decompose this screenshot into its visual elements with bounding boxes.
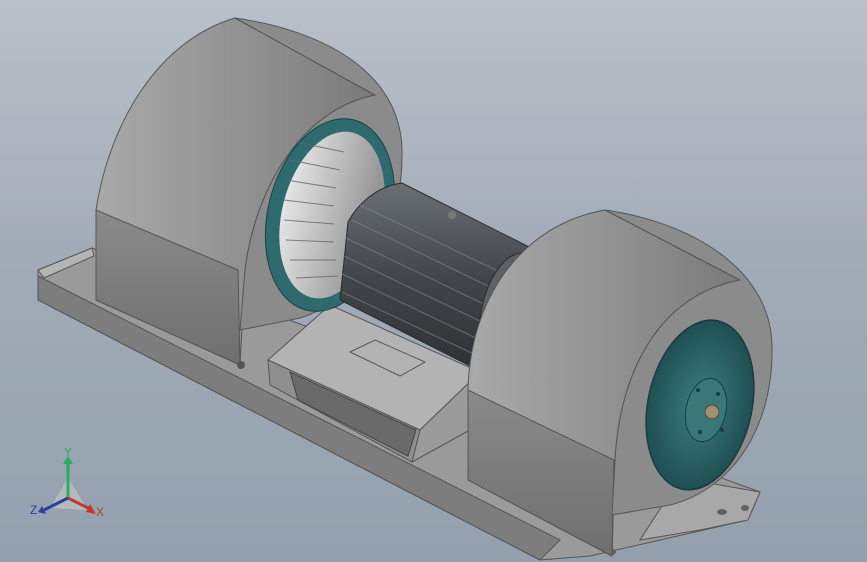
x-axis-label: X (96, 505, 104, 519)
z-axis-label: Z (30, 503, 37, 517)
left-blower-housing[interactable] (95, 17, 414, 369)
y-axis-label: Y (64, 448, 72, 459)
blower-assembly-model[interactable] (0, 0, 867, 562)
shaft-hub (704, 404, 720, 420)
orientation-triad[interactable]: Y X Z (30, 448, 110, 528)
graphics-viewport[interactable]: Y X Z (0, 0, 867, 562)
